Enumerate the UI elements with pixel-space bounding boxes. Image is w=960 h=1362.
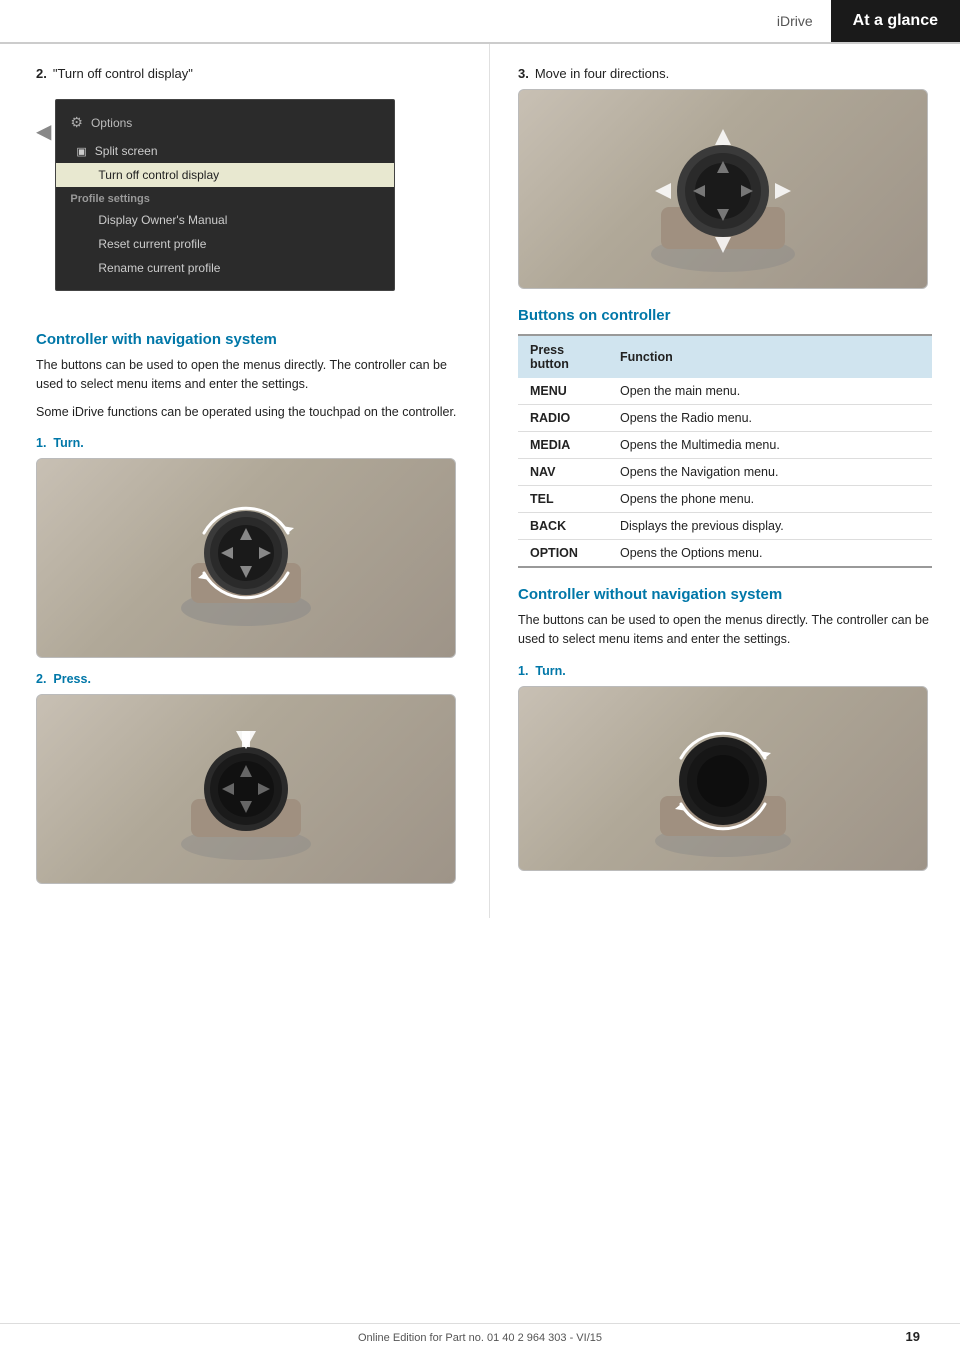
step2b-number: 2. — [36, 672, 46, 686]
buttons-section: Buttons on controller Press button Funct… — [518, 307, 932, 568]
controller-no-nav-title: Controller without navigation system — [518, 586, 932, 603]
controller-nav-body2: Some iDrive functions can be operated us… — [36, 403, 461, 422]
buttons-table: Press button Function MENUOpen the main … — [518, 334, 932, 568]
display-owners-manual-label: Display Owner's Manual — [98, 213, 227, 227]
step1-text: Turn. — [53, 436, 83, 450]
step2-text: "Turn off control display" — [53, 66, 193, 81]
rename-profile-label: Rename current profile — [98, 261, 220, 275]
controller-no-nav-body: The buttons can be used to open the menu… — [518, 611, 932, 650]
split-screen-label: Split screen — [95, 144, 158, 158]
controller-nav-title: Controller with navigation system — [36, 331, 461, 348]
check-icon: ▣ — [76, 145, 86, 158]
no-nav-svg — [638, 696, 808, 861]
function-cell: Opens the Options menu. — [608, 540, 932, 568]
footer: Online Edition for Part no. 01 40 2 964 … — [0, 1323, 960, 1344]
function-cell: Opens the Navigation menu. — [608, 459, 932, 486]
button-cell: NAV — [518, 459, 608, 486]
function-cell: Displays the previous display. — [608, 513, 932, 540]
step3-section: 3. Move in four directions. — [518, 66, 932, 289]
buttons-table-head: Press button Function — [518, 335, 932, 378]
options-menu-container: ◀ ⚙ Options ▣ Split screen — [36, 89, 461, 311]
reset-profile-item: Reset current profile — [56, 232, 394, 256]
four-dir-container — [633, 99, 813, 279]
options-menu: ⚙ Options ▣ Split screen Turn off contro… — [55, 99, 395, 291]
step2b-text: Press. — [53, 672, 91, 686]
turn-off-item: Turn off control display — [56, 163, 394, 187]
right-column: 3. Move in four directions. — [490, 44, 960, 918]
no-nav-step1-label: 1. Turn. — [518, 664, 932, 678]
button-cell: OPTION — [518, 540, 608, 568]
table-row: MEDIAOpens the Multimedia menu. — [518, 432, 932, 459]
function-cell: Opens the phone menu. — [608, 486, 932, 513]
no-nav-step1-number: 1. — [518, 664, 528, 678]
left-column: 2. "Turn off control display" ◀ ⚙ Option… — [0, 44, 490, 918]
button-cell: BACK — [518, 513, 608, 540]
button-cell: RADIO — [518, 405, 608, 432]
rename-profile-item: Rename current profile — [56, 256, 394, 280]
table-header-row: Press button Function — [518, 335, 932, 378]
controller-no-nav-section: Controller without navigation system The… — [518, 586, 932, 871]
split-screen-item: ▣ Split screen — [56, 139, 394, 163]
step2-section: 2. "Turn off control display" ◀ ⚙ Option… — [36, 66, 461, 311]
step2b-label: 2. Press. — [36, 672, 461, 686]
col-header-button: Press button — [518, 335, 608, 378]
step2-number: 2. — [36, 66, 47, 81]
step3-text: Move in four directions. — [535, 66, 669, 81]
step1-label: 1. Turn. — [36, 436, 461, 450]
table-row: BACKDisplays the previous display. — [518, 513, 932, 540]
page-number: 19 — [902, 1329, 924, 1344]
gear-icon: ⚙ — [70, 114, 83, 131]
controller-nav-body1: The buttons can be used to open the menu… — [36, 356, 461, 395]
profile-settings-label: Profile settings — [56, 187, 394, 208]
table-row: RADIOOpens the Radio menu. — [518, 405, 932, 432]
turn-arrows-svg — [166, 478, 326, 638]
no-nav-container — [638, 696, 808, 861]
controller-press-image — [36, 694, 456, 884]
controller-nav-section: Controller with navigation system The bu… — [36, 331, 461, 884]
buttons-section-title: Buttons on controller — [518, 307, 932, 324]
main-content: 2. "Turn off control display" ◀ ⚙ Option… — [0, 44, 960, 918]
display-owners-manual-item: Display Owner's Manual — [56, 208, 394, 232]
press-container — [166, 709, 326, 869]
table-row: NAVOpens the Navigation menu. — [518, 459, 932, 486]
button-cell: TEL — [518, 486, 608, 513]
left-arrow-icon: ◀ — [36, 119, 51, 144]
table-row: TELOpens the phone menu. — [518, 486, 932, 513]
step3-number: 3. — [518, 66, 529, 81]
controller-four-dir-image — [518, 89, 928, 289]
header-at-a-glance-label: At a glance — [831, 0, 960, 42]
button-cell: MENU — [518, 378, 608, 405]
turn-arrows-container — [166, 478, 326, 638]
controller-no-nav-image — [518, 686, 928, 871]
buttons-table-body: MENUOpen the main menu.RADIOOpens the Ra… — [518, 378, 932, 567]
button-cell: MEDIA — [518, 432, 608, 459]
function-cell: Opens the Radio menu. — [608, 405, 932, 432]
step1-number: 1. — [36, 436, 46, 450]
table-row: MENUOpen the main menu. — [518, 378, 932, 405]
no-nav-step1-text: Turn. — [535, 664, 565, 678]
turn-off-label: Turn off control display — [98, 168, 219, 182]
table-row: OPTIONOpens the Options menu. — [518, 540, 932, 568]
function-cell: Open the main menu. — [608, 378, 932, 405]
reset-profile-label: Reset current profile — [98, 237, 206, 251]
footer-text: Online Edition for Part no. 01 40 2 964 … — [358, 1332, 602, 1344]
controller-turn-image — [36, 458, 456, 658]
four-dir-svg — [633, 99, 813, 279]
page-header: iDrive At a glance — [0, 0, 960, 44]
options-header-label: Options — [91, 116, 132, 130]
options-menu-header: ⚙ Options — [56, 110, 394, 139]
col-header-function: Function — [608, 335, 932, 378]
press-svg — [166, 709, 326, 869]
function-cell: Opens the Multimedia menu. — [608, 432, 932, 459]
header-idrive-label: iDrive — [759, 0, 831, 42]
